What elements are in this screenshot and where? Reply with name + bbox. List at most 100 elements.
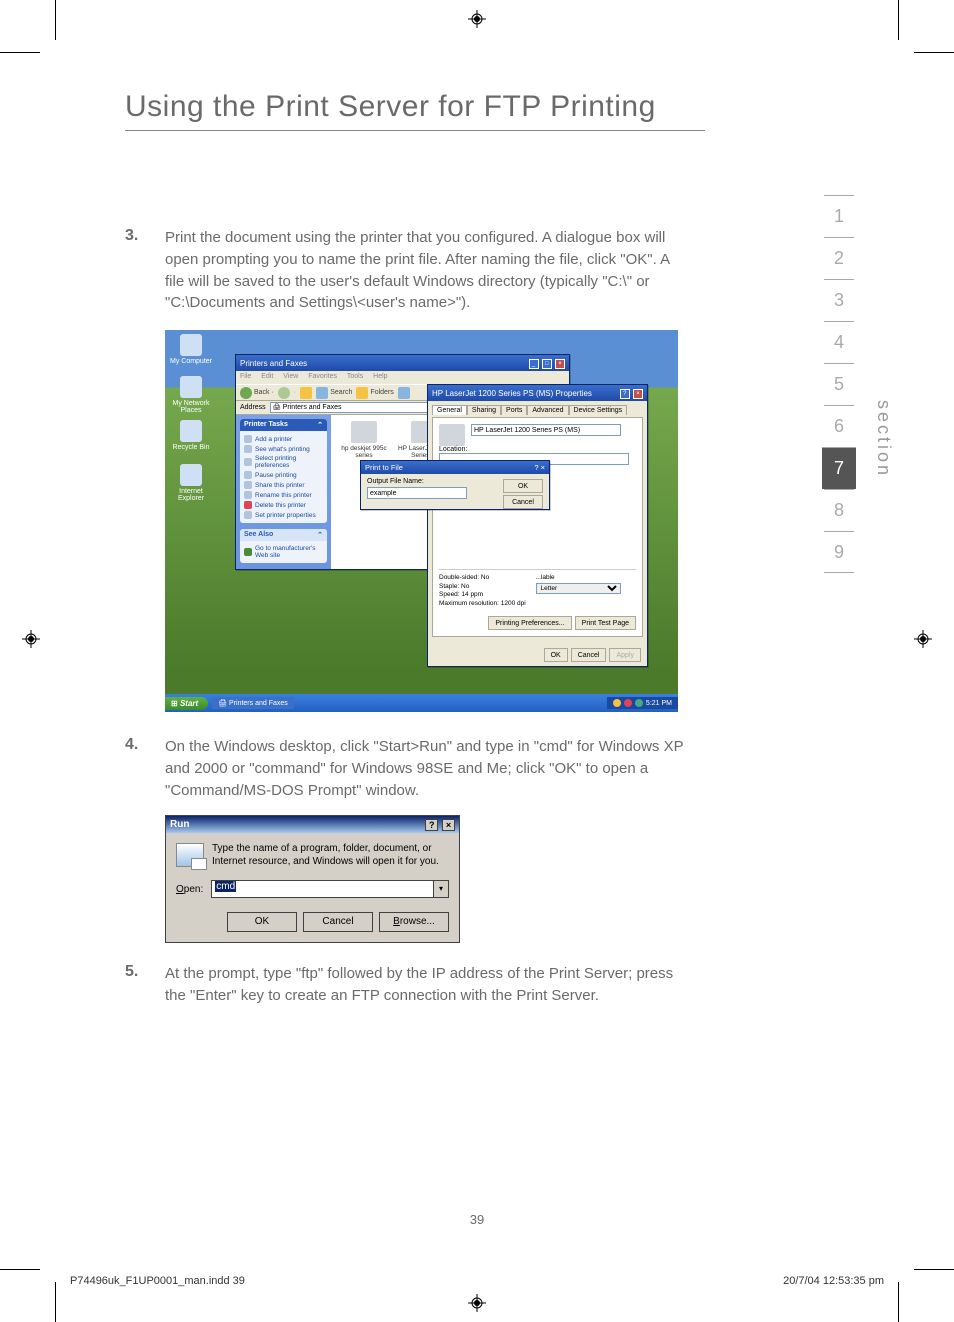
run-dialog: Run ? × Type the name of a program, fold… (165, 815, 460, 943)
back-button[interactable]: Back · (240, 387, 274, 399)
ok-button[interactable]: OK (544, 648, 568, 662)
section-tab-9[interactable]: 9 (824, 531, 854, 573)
minimize-icon[interactable]: _ (529, 359, 539, 369)
dropdown-icon[interactable]: ▾ (433, 880, 449, 898)
printer-tasks-panel: Printer Tasks⌃ Add a printer See what's … (240, 419, 327, 523)
task-preferences[interactable]: Select printing preferences (244, 454, 323, 470)
window-title: HP LaserJet 1200 Series PS (MS) Properti… (432, 389, 592, 398)
printer-name-field[interactable] (471, 424, 621, 436)
crop-mark (898, 0, 899, 40)
taskbar: ⊞ Start 🖨 Printers and Faxes 5:21 PM (165, 694, 678, 712)
collapse-icon[interactable]: ⌃ (317, 421, 323, 429)
tray-icon[interactable] (613, 699, 621, 707)
section-tab-2[interactable]: 2 (824, 237, 854, 279)
tray-icon[interactable] (635, 699, 643, 707)
run-description: Type the name of a program, folder, docu… (212, 843, 449, 868)
task-pause[interactable]: Pause printing (244, 470, 323, 480)
window-controls: _ □ × (528, 358, 565, 369)
task-properties[interactable]: Set printer properties (244, 510, 323, 520)
output-filename-field[interactable] (367, 487, 467, 499)
registration-mark-icon (468, 1294, 486, 1312)
footer-filename: P74496uk_F1UP0001_man.indd 39 (70, 1275, 245, 1287)
footer-timestamp: 20/7/04 12:53:35 pm (783, 1275, 884, 1287)
start-button[interactable]: ⊞ Start (165, 697, 208, 710)
location-label: Location: (439, 446, 467, 453)
close-icon[interactable]: × (442, 819, 455, 831)
tab-advanced[interactable]: Advanced (527, 405, 568, 415)
task-share[interactable]: Share this printer (244, 480, 323, 490)
screenshot-xp-desktop: My Computer My Network Places Recycle Bi… (165, 330, 678, 712)
maximize-icon[interactable]: □ (542, 359, 552, 369)
task-rename[interactable]: Rename this printer (244, 490, 323, 500)
open-field[interactable]: cmd (211, 880, 433, 898)
up-icon[interactable] (300, 387, 312, 399)
browse-button[interactable]: Browse... (379, 912, 449, 932)
collapse-icon[interactable]: ⌃ (317, 531, 323, 539)
taskbar-item[interactable]: 🖨 Printers and Faxes (212, 697, 294, 709)
menu-bar: File Edit View Favorites Tools Help (236, 371, 569, 384)
folders-button[interactable]: Folders (356, 387, 393, 399)
run-icon (176, 843, 204, 867)
apply-button[interactable]: Apply (609, 648, 641, 662)
crop-mark (55, 0, 56, 40)
ok-button[interactable]: OK (503, 479, 543, 493)
tab-ports[interactable]: Ports (501, 405, 527, 415)
clock: 5:21 PM (646, 700, 672, 707)
system-tray: 5:21 PM (607, 697, 678, 709)
help-icon[interactable]: ? (620, 389, 630, 399)
desktop-icon-ie: Internet Explorer (169, 464, 213, 502)
printer-item[interactable]: hp deskjet 995c series (337, 421, 391, 459)
section-navigator: 1 2 3 4 5 6 7 8 9 (824, 195, 854, 573)
see-also-panel: See Also⌃ Go to manufacturer's Web site (240, 529, 327, 563)
section-tab-7[interactable]: 7 (822, 447, 856, 489)
section-tab-1[interactable]: 1 (824, 195, 854, 237)
task-add-printer[interactable]: Add a printer (244, 434, 323, 444)
section-tab-5[interactable]: 5 (824, 363, 854, 405)
search-button[interactable]: Search (316, 387, 352, 399)
step-text: At the prompt, type "ftp" followed by th… (165, 963, 685, 1007)
section-tab-6[interactable]: 6 (824, 405, 854, 447)
open-label: Open: (176, 884, 203, 895)
section-tab-3[interactable]: 3 (824, 279, 854, 321)
printer-properties-window: HP LaserJet 1200 Series PS (MS) Properti… (427, 384, 648, 667)
page-number: 39 (0, 1212, 954, 1227)
crop-mark (914, 1269, 954, 1270)
step-text: On the Windows desktop, click "Start>Run… (165, 736, 685, 801)
help-icon[interactable]: ? (425, 819, 438, 831)
crop-mark (0, 52, 40, 53)
views-icon[interactable] (398, 387, 410, 399)
window-controls: ? × (619, 388, 643, 399)
desktop-icon-my-computer: My Computer (169, 334, 213, 365)
step-number: 3. (125, 227, 138, 245)
step-number: 4. (125, 736, 138, 754)
link-manufacturer[interactable]: Go to manufacturer's Web site (244, 544, 323, 560)
cancel-button[interactable]: Cancel (571, 648, 607, 662)
close-icon[interactable]: × (633, 389, 643, 399)
section-tab-8[interactable]: 8 (824, 489, 854, 531)
window-controls: ? × (534, 463, 545, 472)
tab-device[interactable]: Device Settings (569, 405, 628, 415)
print-test-page-button[interactable]: Print Test Page (575, 616, 636, 630)
printing-preferences-button[interactable]: Printing Preferences... (488, 616, 571, 630)
tab-sharing[interactable]: Sharing (467, 405, 501, 415)
printer-icon (439, 424, 465, 446)
section-label: section (873, 400, 894, 478)
forward-icon[interactable] (278, 387, 290, 399)
cancel-button[interactable]: Cancel (303, 912, 373, 932)
paper-select[interactable]: Letter (536, 583, 621, 594)
cancel-button[interactable]: Cancel (503, 495, 543, 509)
task-see-printing[interactable]: See what's printing (244, 444, 323, 454)
tab-general[interactable]: General (432, 405, 467, 415)
step-number: 5. (125, 963, 138, 981)
section-tab-4[interactable]: 4 (824, 321, 854, 363)
page-title: Using the Print Server for FTP Printing (125, 90, 705, 131)
crop-mark (898, 1282, 899, 1322)
ok-button[interactable]: OK (227, 912, 297, 932)
window-title: Printers and Faxes (240, 359, 307, 368)
close-icon[interactable]: × (555, 359, 565, 369)
task-delete[interactable]: Delete this printer (244, 500, 323, 510)
close-icon[interactable]: × (541, 463, 545, 472)
help-icon[interactable]: ? (534, 463, 538, 472)
tray-icon[interactable] (624, 699, 632, 707)
tab-bar: General Sharing Ports Advanced Device Se… (432, 405, 643, 415)
